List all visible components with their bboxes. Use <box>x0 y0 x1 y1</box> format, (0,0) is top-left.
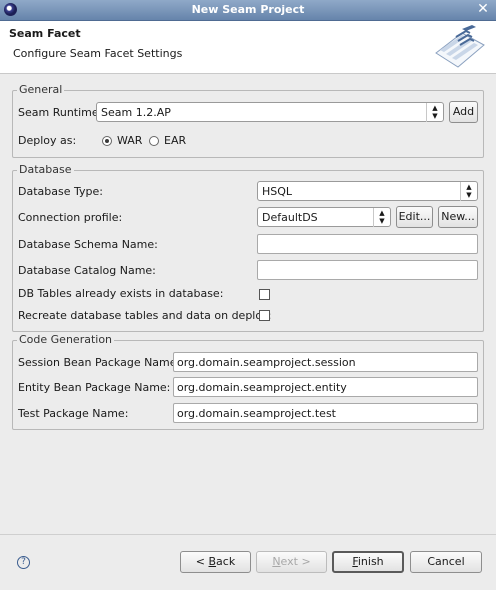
cancel-button[interactable]: Cancel <box>410 551 482 573</box>
back-mnemonic: B <box>208 555 217 568</box>
combo-arrows-icon: ▲ ▼ <box>426 103 443 122</box>
tables-exist-checkbox[interactable] <box>259 289 270 300</box>
footer-separator <box>0 534 496 535</box>
deploy-as-label: Deploy as: <box>18 134 77 147</box>
page-title: Seam Facet <box>9 27 81 40</box>
war-label[interactable]: WAR <box>117 134 142 147</box>
help-icon[interactable]: ? <box>17 556 30 569</box>
window-title: New Seam Project <box>191 3 305 16</box>
back-prefix: < <box>195 555 209 568</box>
title-bar: New Seam Project ✕ <box>0 0 496 21</box>
add-runtime-button[interactable]: Add <box>449 101 478 123</box>
war-radio[interactable] <box>102 136 112 146</box>
wizard-banner: Seam Facet Configure Seam Facet Settings <box>0 21 496 74</box>
ear-label[interactable]: EAR <box>164 134 186 147</box>
test-package-label: Test Package Name: <box>18 407 129 420</box>
catalog-name-input[interactable] <box>257 260 478 280</box>
finish-button[interactable]: Finish <box>332 551 404 573</box>
recreate-tables-checkbox[interactable] <box>259 310 270 321</box>
page-description: Configure Seam Facet Settings <box>13 47 183 60</box>
new-profile-button[interactable]: New... <box>438 206 478 228</box>
test-package-input[interactable]: org.domain.seamproject.test <box>173 403 478 423</box>
close-icon[interactable]: ✕ <box>475 1 491 17</box>
general-legend: General <box>17 83 65 96</box>
session-package-label: Session Bean Package Name: <box>18 356 181 369</box>
next-rest: ext > <box>280 555 311 568</box>
seam-runtime-value: Seam 1.2.AP <box>101 106 171 119</box>
back-button[interactable]: < Back <box>180 551 251 573</box>
connection-profile-select[interactable]: DefaultDS ▲ ▼ <box>257 207 391 227</box>
general-group: General <box>12 83 484 158</box>
connection-profile-label: Connection profile: <box>18 211 123 224</box>
schema-name-label: Database Schema Name: <box>18 238 158 251</box>
database-type-select[interactable]: HSQL ▲ ▼ <box>257 181 478 201</box>
ear-radio[interactable] <box>149 136 159 146</box>
next-button[interactable]: Next > <box>256 551 327 573</box>
edit-profile-button[interactable]: Edit... <box>396 206 433 228</box>
database-type-value: HSQL <box>262 185 293 198</box>
database-type-label: Database Type: <box>18 185 103 198</box>
database-legend: Database <box>17 163 74 176</box>
finish-rest: inish <box>357 555 384 568</box>
recreate-tables-label: Recreate database tables and data on dep… <box>18 309 272 322</box>
seam-wizard-icon <box>435 25 485 68</box>
code-generation-legend: Code Generation <box>17 333 115 346</box>
entity-package-label: Entity Bean Package Name: <box>18 381 171 394</box>
combo-arrows-icon: ▲ ▼ <box>373 208 390 227</box>
session-package-input[interactable]: org.domain.seamproject.session <box>173 352 478 372</box>
entity-package-input[interactable]: org.domain.seamproject.entity <box>173 377 478 397</box>
catalog-name-label: Database Catalog Name: <box>18 264 156 277</box>
next-mnemonic: N <box>272 555 281 568</box>
combo-arrows-icon: ▲ ▼ <box>460 182 477 201</box>
seam-runtime-select[interactable]: Seam 1.2.AP ▲ ▼ <box>96 102 444 122</box>
connection-profile-value: DefaultDS <box>262 211 318 224</box>
seam-runtime-label: Seam Runtime <box>18 106 99 119</box>
schema-name-input[interactable] <box>257 234 478 254</box>
tables-exist-label: DB Tables already exists in database: <box>18 287 224 300</box>
back-rest: ack <box>216 555 236 568</box>
